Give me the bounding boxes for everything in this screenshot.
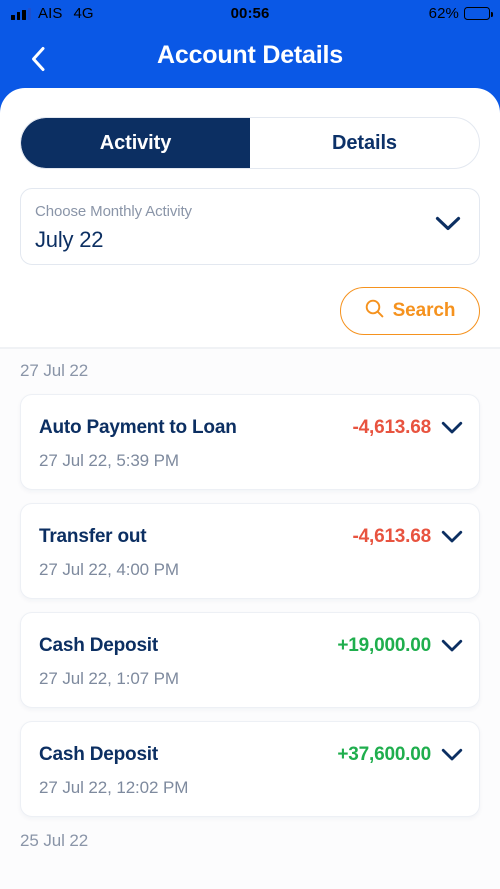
- transaction-datetime: 27 Jul 22, 12:02 PM: [39, 778, 189, 797]
- content-sheet: Activity Details Choose Monthly Activity…: [0, 88, 500, 889]
- battery-icon: [464, 7, 493, 20]
- status-bar: AIS 4G 00:56 62%: [0, 0, 500, 27]
- search-icon: [365, 299, 384, 323]
- transaction-amount: +37,600.00: [337, 744, 431, 765]
- chevron-down-icon[interactable]: [441, 421, 463, 440]
- chevron-down-icon[interactable]: [441, 748, 463, 767]
- transaction-datetime: 27 Jul 22, 1:07 PM: [39, 669, 179, 688]
- group-date-header: 25 Jul 22: [20, 831, 89, 850]
- search-button-label: Search: [392, 300, 456, 321]
- tab-activity[interactable]: Activity: [21, 118, 250, 168]
- transaction-amount: +19,000.00: [337, 635, 431, 656]
- monthly-activity-value: July 22: [35, 227, 104, 252]
- transaction-group: 25 Jul 22: [0, 817, 500, 851]
- transaction-row[interactable]: Auto Payment to Loan -4,613.68 27 Jul 22…: [20, 394, 480, 490]
- chevron-down-icon[interactable]: [441, 530, 463, 549]
- transaction-amount: -4,613.68: [352, 526, 432, 547]
- transaction-title: Cash Deposit: [39, 635, 159, 656]
- chevron-down-icon[interactable]: [441, 639, 463, 658]
- tab-bar: Activity Details: [20, 117, 480, 169]
- tab-details[interactable]: Details: [250, 118, 479, 168]
- transaction-datetime: 27 Jul 22, 4:00 PM: [39, 560, 179, 579]
- transaction-title: Auto Payment to Loan: [39, 417, 237, 438]
- clock-label: 00:56: [230, 5, 270, 22]
- search-button[interactable]: Search: [340, 287, 480, 335]
- transaction-title: Cash Deposit: [39, 744, 159, 765]
- transaction-row[interactable]: Cash Deposit +37,600.00 27 Jul 22, 12:02…: [20, 721, 480, 817]
- monthly-activity-select[interactable]: Choose Monthly Activity July 22: [20, 188, 480, 265]
- chevron-down-icon[interactable]: [435, 216, 461, 237]
- app-header: Account Details: [0, 27, 500, 90]
- transaction-list[interactable]: 27 Jul 22 Auto Payment to Loan -4,613.68…: [0, 349, 500, 889]
- transaction-title: Transfer out: [39, 526, 147, 547]
- page-title: Account Details: [157, 41, 343, 69]
- group-date-header: 27 Jul 22: [20, 361, 89, 380]
- transaction-row[interactable]: Transfer out -4,613.68 27 Jul 22, 4:00 P…: [20, 503, 480, 599]
- transaction-group: 27 Jul 22 Auto Payment to Loan -4,613.68…: [0, 349, 500, 817]
- monthly-activity-label: Choose Monthly Activity: [35, 203, 192, 220]
- status-bar-right: 62%: [428, 5, 493, 22]
- transaction-datetime: 27 Jul 22, 5:39 PM: [39, 451, 179, 470]
- battery-percent-label: 62%: [428, 5, 459, 22]
- transaction-row[interactable]: Cash Deposit +19,000.00 27 Jul 22, 1:07 …: [20, 612, 480, 708]
- transaction-amount: -4,613.68: [352, 417, 432, 438]
- app-screen: AIS 4G 00:56 62% Account Details Activit…: [0, 0, 500, 889]
